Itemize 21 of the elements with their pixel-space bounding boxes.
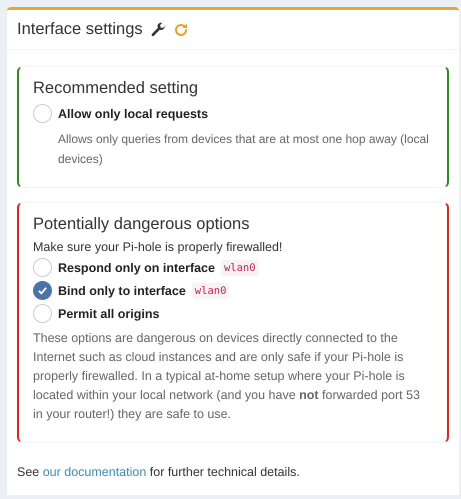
option-label[interactable]: Bind only to interface [58,284,186,298]
interface-code: wlan0 [192,282,230,298]
card-title: Interface settings [17,20,143,39]
box-title: Recommended setting [33,79,200,98]
radio-button[interactable] [33,104,52,123]
interface-code: wlan0 [220,260,259,276]
option-help: Allows only queries from devices that are at most one hop away (local devices) [58,131,430,168]
documentation-link[interactable]: our documentation [42,465,146,479]
option-label[interactable]: Allow only local requests [58,106,208,120]
danger-description: These options are dangerous on devices directly connected to the Internet such as cloud instances and are only safe if your Pi-hole is properly firewalled. In a typical at-home setup where your Pi-hole is located within your local network (and you have not forwarded port 53 in your router!) they are safe to use. [33,330,422,423]
radio-button[interactable] [33,258,52,277]
box-title: Potentially dangerous options [33,215,250,234]
option-label[interactable]: Respond only on interface [58,260,215,274]
check-icon [37,285,48,296]
option-label[interactable]: Permit all origins [58,306,160,320]
radio-button[interactable] [33,304,52,323]
footer-text: See our documentation for further technical details. [17,465,301,479]
radio-button[interactable] [33,281,52,300]
warning-note: Make sure your Pi-hole is properly firewalled! [33,240,284,254]
wrench-icon [150,22,166,38]
refresh-icon[interactable] [172,22,189,38]
